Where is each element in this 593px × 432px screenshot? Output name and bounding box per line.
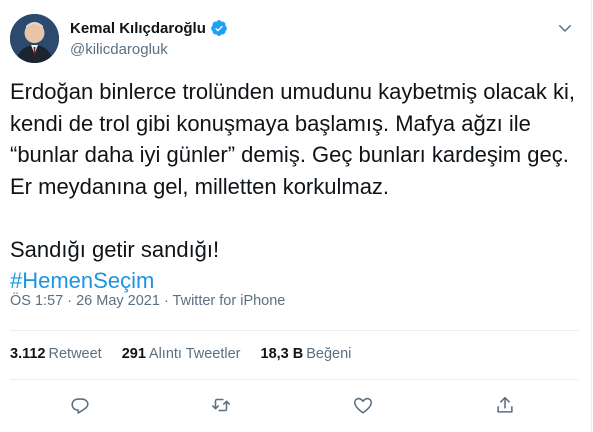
verified-badge-icon xyxy=(210,19,228,37)
author-display-name[interactable]: Kemal Kılıçdaroğlu xyxy=(70,20,206,37)
author-name-row: Kemal Kılıçdaroğlu xyxy=(70,19,228,37)
retweet-icon[interactable] xyxy=(204,388,238,422)
tweet-actions xyxy=(0,388,592,422)
retweet-stat[interactable]: 3.112 Retweet xyxy=(10,346,102,362)
tweet-stats: 3.112 Retweet 291 Alıntı Tweetler 18,3 B Be… xyxy=(10,346,371,362)
retweet-label: Retweet xyxy=(48,346,102,362)
divider xyxy=(10,330,579,331)
quote-label: Alıntı Tweetler xyxy=(148,346,241,362)
avatar[interactable] xyxy=(10,14,59,63)
quote-stat[interactable]: 291 Alıntı Tweetler xyxy=(122,346,241,362)
hashtag-link[interactable]: #HemenSeçim xyxy=(10,268,154,293)
chevron-down-icon[interactable] xyxy=(553,16,577,40)
like-stat[interactable]: 18,3 B Beğeni xyxy=(261,346,352,362)
share-icon[interactable] xyxy=(488,388,522,422)
divider xyxy=(10,379,579,380)
tweet-text-paragraph: Sandığı getir sandığı! xyxy=(10,236,220,262)
tweet-text-paragraph: Erdoğan binlerce trolünden umudunu kaybe… xyxy=(10,79,582,199)
tweet-metadata[interactable]: ÖS 1:57 · 26 May 2021 · Twitter for iPho… xyxy=(10,293,285,309)
tweet-body: Erdoğan binlerce trolünden umudunu kaybe… xyxy=(10,76,580,297)
tweet-header: Kemal Kılıçdaroğlu @kilicdarogluk xyxy=(10,14,579,64)
comment-icon[interactable] xyxy=(63,388,97,422)
avatar-portrait-icon xyxy=(10,14,59,63)
quote-count: 291 xyxy=(121,346,146,362)
tweet-card: Kemal Kılıçdaroğlu @kilicdarogluk Erdoğa… xyxy=(0,0,592,432)
retweet-count: 3.112 xyxy=(10,346,46,362)
like-label: Beğeni xyxy=(306,346,352,362)
author-handle[interactable]: @kilicdarogluk xyxy=(70,41,168,58)
heart-icon[interactable] xyxy=(346,388,380,422)
like-count: 18,3 B xyxy=(260,346,304,362)
